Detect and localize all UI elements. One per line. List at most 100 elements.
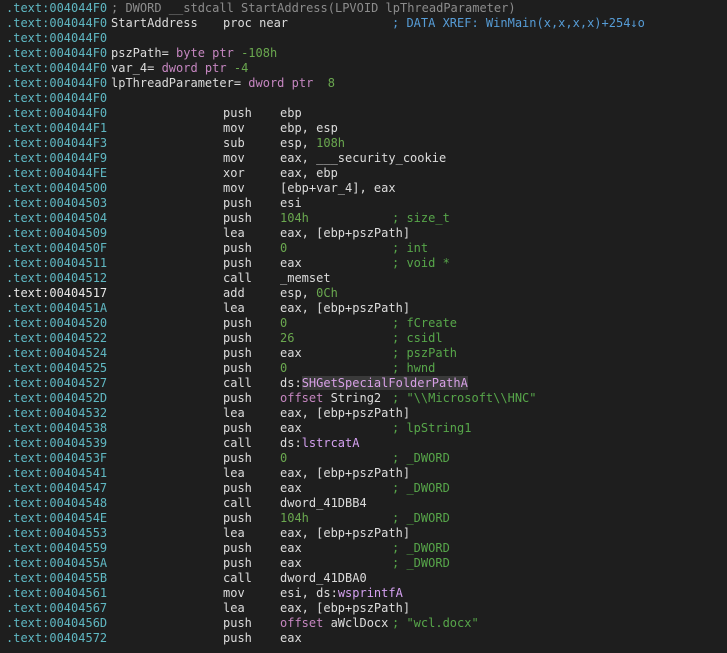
- address[interactable]: .text:0040455A: [6, 556, 107, 571]
- operands[interactable]: offset String2: [280, 391, 381, 406]
- address[interactable]: .text:00404525: [6, 361, 107, 376]
- code-line[interactable]: .text:00404553 lea eax, [ebp+pszPath]: [0, 526, 727, 541]
- mnemonic[interactable]: xor: [223, 166, 245, 181]
- address[interactable]: .text:004044F9: [6, 151, 107, 166]
- mnemonic[interactable]: push: [223, 316, 252, 331]
- code-line[interactable]: .text:004044F0: [0, 91, 727, 106]
- address[interactable]: .text:00404538: [6, 421, 107, 436]
- operands[interactable]: eax, [ebp+pszPath]: [280, 406, 410, 421]
- operand-text[interactable]: eax: [280, 541, 302, 555]
- operand-text[interactable]: eax, [ebp+pszPath]: [280, 601, 410, 615]
- code-line[interactable]: .text:0040451A lea eax, [ebp+pszPath]: [0, 301, 727, 316]
- mnemonic[interactable]: push: [223, 256, 252, 271]
- operands[interactable]: eax, [ebp+pszPath]: [280, 526, 410, 541]
- operand-text[interactable]: eax, ___security_cookie: [280, 151, 446, 165]
- mnemonic[interactable]: sub: [223, 136, 245, 151]
- mnemonic[interactable]: push: [223, 511, 252, 526]
- operands[interactable]: eax, [ebp+pszPath]: [280, 601, 410, 616]
- code-line[interactable]: .text:004044F0: [0, 31, 727, 46]
- code-line[interactable]: .text:00404572 push eax: [0, 631, 727, 646]
- stack-variable-name[interactable]: var_4: [111, 61, 147, 75]
- address[interactable]: .text:00404524: [6, 346, 107, 361]
- operands[interactable]: dword_41DBA0: [280, 571, 367, 586]
- mnemonic[interactable]: push: [223, 451, 252, 466]
- operands[interactable]: eax, [ebp+pszPath]: [280, 466, 410, 481]
- operand-import[interactable]: wsprintfA: [338, 586, 403, 600]
- mnemonic[interactable]: push: [223, 241, 252, 256]
- address[interactable]: .text:00404509: [6, 226, 107, 241]
- operands[interactable]: eax, [ebp+pszPath]: [280, 226, 410, 241]
- operand-register[interactable]: esp,: [280, 136, 316, 150]
- address[interactable]: .text:0040456D: [6, 616, 107, 631]
- mnemonic[interactable]: call: [223, 376, 252, 391]
- operands[interactable]: ebp, esp: [280, 121, 338, 136]
- operands[interactable]: esi: [280, 196, 302, 211]
- address[interactable]: .text:00404548: [6, 496, 107, 511]
- code-line[interactable]: .text:004044F3 sub esp, 108h: [0, 136, 727, 151]
- code-line[interactable]: .text:00404539 call ds:lstrcatA: [0, 436, 727, 451]
- operands[interactable]: eax, ___security_cookie: [280, 151, 446, 166]
- operand-symbol[interactable]: aWclDocx: [331, 616, 389, 630]
- code-line[interactable]: .text:0040456D push offset aWclDocx; "wcl.…: [0, 616, 727, 631]
- operands[interactable]: eax, ebp: [280, 166, 338, 181]
- mnemonic[interactable]: lea: [223, 466, 245, 481]
- address[interactable]: .text:004044F0: [6, 76, 107, 91]
- code-line[interactable]: .text:004044F0 push ebp: [0, 106, 727, 121]
- operand-text[interactable]: eax: [280, 481, 302, 495]
- operand-register[interactable]: esp,: [280, 286, 316, 300]
- operand-number[interactable]: 0: [280, 361, 287, 375]
- mnemonic[interactable]: push: [223, 631, 252, 646]
- address[interactable]: .text:004044F0: [6, 31, 107, 46]
- address[interactable]: .text:00404561: [6, 586, 107, 601]
- mnemonic[interactable]: lea: [223, 601, 245, 616]
- operands[interactable]: 0: [280, 451, 287, 466]
- code-line[interactable]: .text:00404524 push eax ; pszPath: [0, 346, 727, 361]
- mnemonic[interactable]: push: [223, 196, 252, 211]
- code-line[interactable]: .text:00404504 push 104h ; size_t: [0, 211, 727, 226]
- operand-text[interactable]: ebp: [280, 106, 302, 120]
- operand-number[interactable]: 104h: [280, 211, 309, 225]
- address[interactable]: .text:00404522: [6, 331, 107, 346]
- code-line[interactable]: .text:004044F0 StartAddress proc near ; DAT…: [0, 16, 727, 31]
- operand-text[interactable]: [ebp+var_4], eax: [280, 181, 396, 195]
- mnemonic[interactable]: push: [223, 211, 252, 226]
- code-line[interactable]: .text:004044F9 mov eax, ___security_cookie: [0, 151, 727, 166]
- mnemonic[interactable]: push: [223, 361, 252, 376]
- code-line[interactable]: .text:00404525 push 0 ; hwnd: [0, 361, 727, 376]
- address[interactable]: .text:00404567: [6, 601, 107, 616]
- address[interactable]: .text:0040454E: [6, 511, 107, 526]
- code-line[interactable]: .text:00404517 add esp, 0Ch: [0, 286, 727, 301]
- operand-import[interactable]: lstrcatA: [302, 436, 360, 450]
- operands[interactable]: 104h: [280, 211, 309, 226]
- operands[interactable]: 0: [280, 241, 287, 256]
- operands[interactable]: 26: [280, 331, 294, 346]
- address[interactable]: .text:00404520: [6, 316, 107, 331]
- operand-number[interactable]: 26: [280, 331, 294, 345]
- code-line[interactable]: .text:0040450F push 0 ; int: [0, 241, 727, 256]
- mnemonic[interactable]: push: [223, 481, 252, 496]
- operand-register[interactable]: esi,: [280, 586, 316, 600]
- address[interactable]: .text:004044F0: [6, 46, 107, 61]
- address[interactable]: .text:00404500: [6, 181, 107, 196]
- operands[interactable]: 104h: [280, 511, 309, 526]
- mnemonic[interactable]: proc near: [223, 16, 288, 31]
- mnemonic[interactable]: push: [223, 331, 252, 346]
- operands[interactable]: eax: [280, 256, 302, 271]
- operands[interactable]: eax: [280, 346, 302, 361]
- operand-number[interactable]: 104h: [280, 511, 309, 525]
- mnemonic[interactable]: lea: [223, 226, 245, 241]
- operands[interactable]: esi, ds:wsprintfA: [280, 586, 403, 601]
- operands[interactable]: eax, [ebp+pszPath]: [280, 301, 410, 316]
- operand-symbol[interactable]: String2: [331, 391, 382, 405]
- code-line[interactable]: .text:00404509 lea eax, [ebp+pszPath]: [0, 226, 727, 241]
- code-line[interactable]: .text:00404547 push eax ; _DWORD: [0, 481, 727, 496]
- mnemonic[interactable]: lea: [223, 301, 245, 316]
- address[interactable]: .text:004044F0: [6, 61, 107, 76]
- code-line[interactable]: .text:00404561 mov esi, ds:wsprintfA: [0, 586, 727, 601]
- code-line[interactable]: .text:004044F0 lpThreadParameter= dword p…: [0, 76, 727, 91]
- mnemonic[interactable]: push: [223, 556, 252, 571]
- operand-text[interactable]: eax, [ebp+pszPath]: [280, 466, 410, 480]
- operand-text[interactable]: eax, [ebp+pszPath]: [280, 301, 410, 315]
- stack-variable[interactable]: lpThreadParameter= dword ptr 8: [111, 76, 335, 91]
- mnemonic[interactable]: lea: [223, 406, 245, 421]
